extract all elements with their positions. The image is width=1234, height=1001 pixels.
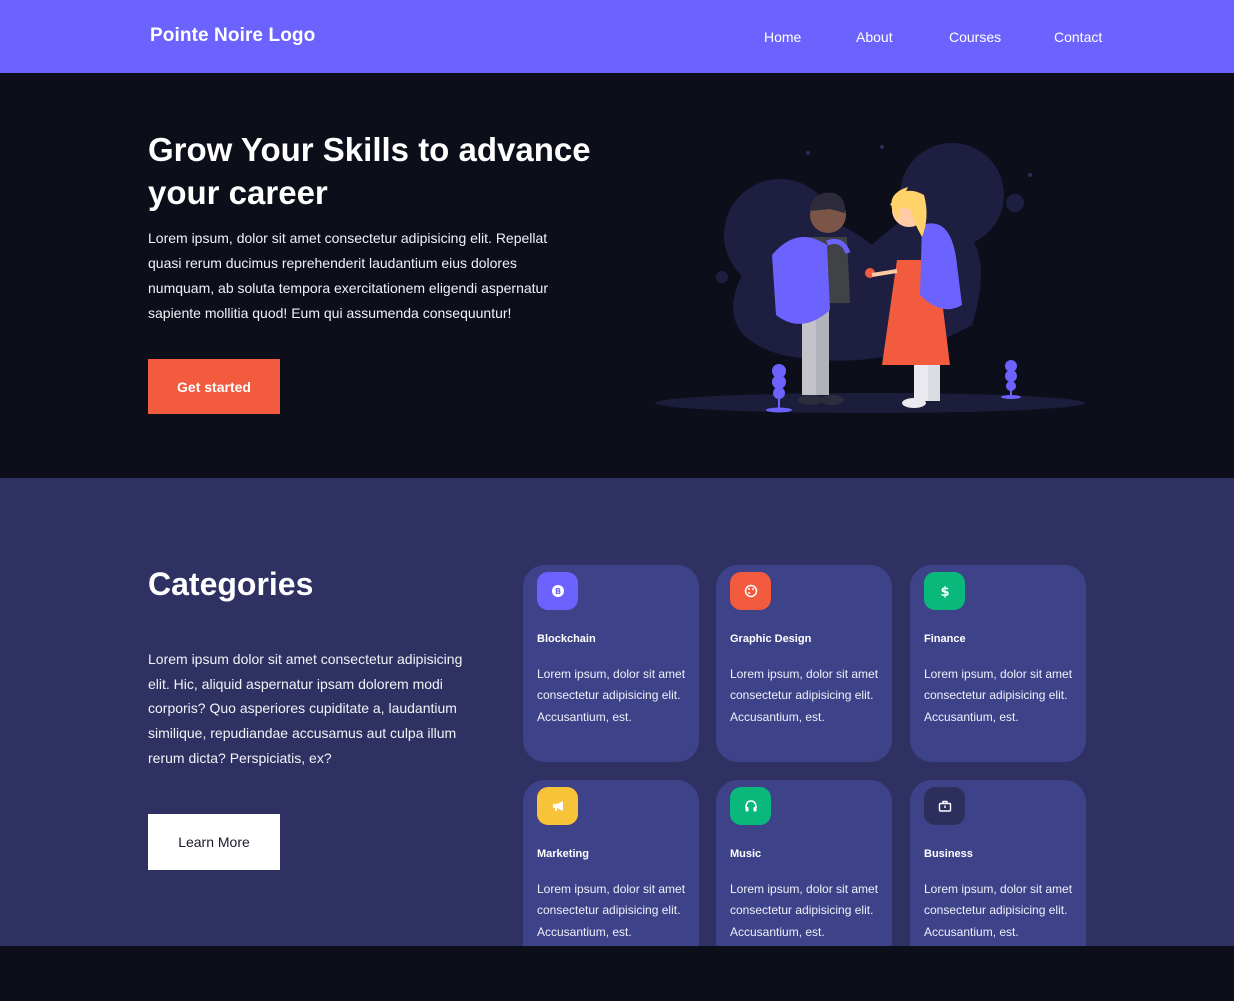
- card-text: Lorem ipsum, dolor sit amet consectetur …: [924, 882, 1073, 939]
- students-illustration: [655, 143, 1085, 413]
- bitcoin-icon: B: [537, 572, 578, 610]
- learn-more-button[interactable]: Learn More: [148, 814, 280, 870]
- card-title: Graphic Design: [730, 633, 812, 645]
- hero-title: Grow Your Skills to advance your career: [148, 131, 591, 211]
- briefcase-icon: [924, 787, 965, 825]
- category-card-graphic-design[interactable]: Graphic Design Lorem ipsum, dolor sit am…: [716, 565, 892, 762]
- card-title: Marketing: [537, 848, 589, 860]
- navbar: Pointe Noire Logo Home About Courses Con…: [0, 0, 1234, 73]
- hero-description: Lorem ipsum, dolor sit amet consectetur …: [148, 230, 549, 321]
- card-text: Lorem ipsum, dolor sit amet consectetur …: [537, 882, 686, 939]
- card-title: Music: [730, 848, 762, 860]
- svg-text:$: $: [940, 585, 949, 598]
- card-title: Blockchain: [537, 633, 596, 645]
- hero-section: Grow Your Skills to advance your career …: [0, 73, 1234, 478]
- megaphone-icon: [537, 787, 578, 825]
- nav-link-about[interactable]: About: [856, 29, 893, 45]
- dollar-icon: $: [924, 572, 965, 610]
- categories-title: Categories: [148, 566, 314, 602]
- footer-strip: [0, 946, 1234, 1001]
- card-text: Lorem ipsum, dolor sit amet consectetur …: [924, 667, 1073, 724]
- card-text: Lorem ipsum, dolor sit amet consectetur …: [730, 667, 879, 724]
- nav-link-courses[interactable]: Courses: [949, 29, 1001, 45]
- card-title: Business: [924, 848, 973, 860]
- categories-section: Categories Lorem ipsum dolor sit amet co…: [0, 478, 1234, 977]
- category-card-finance[interactable]: $ Finance Lorem ipsum, dolor sit amet co…: [910, 565, 1086, 762]
- card-text: Lorem ipsum, dolor sit amet consectetur …: [730, 882, 879, 939]
- card-text: Lorem ipsum, dolor sit amet consectetur …: [537, 667, 686, 724]
- svg-text:B: B: [554, 587, 560, 596]
- card-title: Finance: [924, 633, 966, 645]
- palette-icon: [730, 572, 771, 610]
- categories-description: Lorem ipsum dolor sit amet consectetur a…: [148, 651, 463, 766]
- get-started-button[interactable]: Get started: [148, 359, 280, 414]
- headphones-icon: [730, 787, 771, 825]
- site-logo[interactable]: Pointe Noire Logo: [150, 25, 315, 47]
- nav-link-home[interactable]: Home: [764, 29, 801, 45]
- category-card-blockchain[interactable]: B Blockchain Lorem ipsum, dolor sit amet…: [523, 565, 699, 762]
- nav-link-contact[interactable]: Contact: [1054, 29, 1102, 45]
